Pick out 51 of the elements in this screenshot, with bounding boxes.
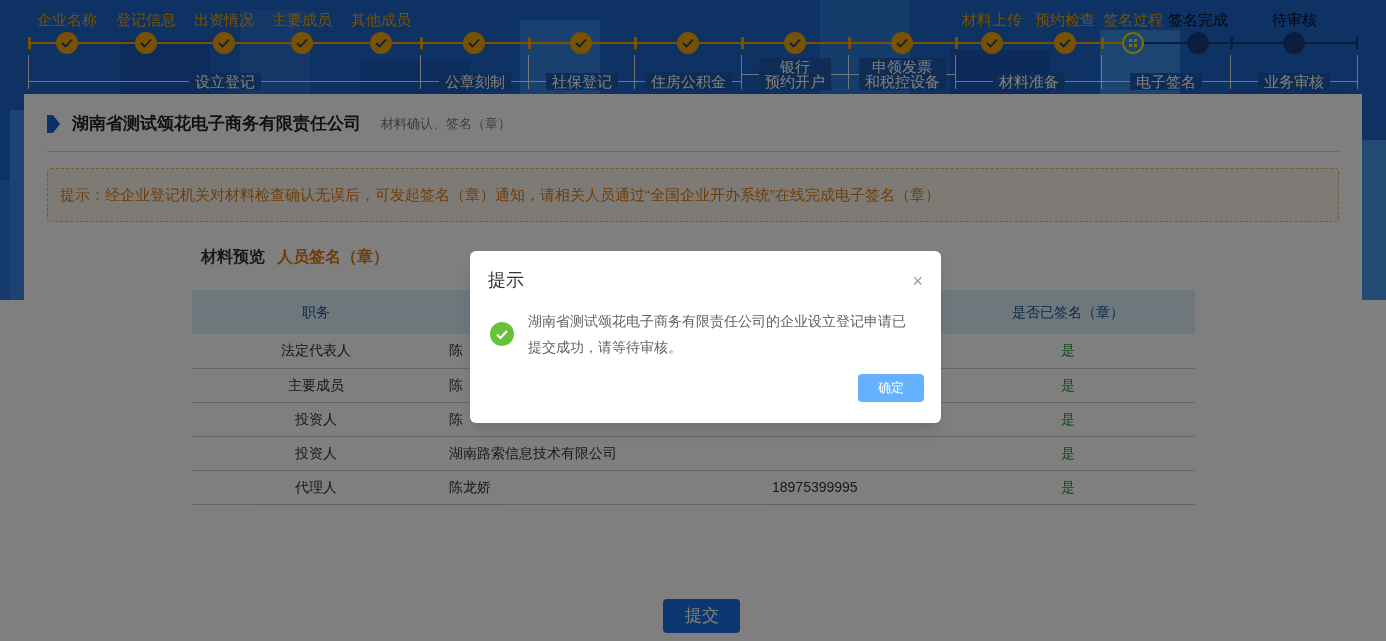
phase-label: 预约开户 [765, 74, 825, 89]
phase-label: 电子签名 [1136, 74, 1196, 89]
step-label[interactable]: 签名过程 [1103, 8, 1164, 31]
table-cell: 陈 [449, 342, 463, 359]
table-cell: 18975399995 [772, 478, 858, 495]
table-cell: 是 [1060, 410, 1075, 427]
step-label[interactable]: 材料上传 [961, 8, 1022, 31]
dialog-title: 提示 [488, 269, 524, 292]
phase-label: 住房公积金 [650, 74, 726, 89]
column-header: 职务 [192, 290, 440, 334]
step-label[interactable]: 主要成员 [272, 8, 333, 31]
table-cell: 是 [1060, 376, 1075, 393]
step-label[interactable]: 待审核 [1271, 8, 1317, 31]
phase-label: 设立登记 [194, 74, 255, 89]
phase-label: 和税控设备 [864, 74, 940, 89]
step-label[interactable]: 出资情况 [194, 8, 254, 31]
table-cell: 是 [1060, 478, 1075, 495]
company-title: 湖南省测试颂花电子商务有限责任公司 [72, 113, 361, 136]
step-label[interactable]: 签名完成 [1167, 8, 1228, 31]
column-header: 是否已签名（章） [940, 290, 1195, 334]
flag-icon [47, 115, 60, 133]
notice-banner: 提示：经企业登记机关对材料检查确认无误后，可发起签名（章）通知，请相关人员通过“全国企业开办系统”在线完成电子签名（章） [47, 168, 1339, 222]
tab[interactable]: 材料预览 [201, 245, 265, 269]
table-cell: 陈龙娇 [449, 478, 491, 495]
phase-label: 银行 [780, 59, 810, 74]
phase-label: 公章刻制 [444, 74, 505, 89]
table-cell: 代理人 [295, 478, 337, 495]
step-label[interactable]: 其他成员 [350, 8, 411, 31]
dialog-message: 湖南省测试颂花电子商务有限责任公司的企业设立登记申请已提交成功，请等待审核。 [528, 312, 907, 357]
submit-button[interactable]: 提交 [663, 599, 740, 633]
tab[interactable]: 人员签名（章） [277, 245, 389, 269]
step-label[interactable]: 企业名称 [37, 8, 98, 31]
phase-label: 申领发票 [872, 59, 932, 74]
page-subtitle: 材料确认、签名（章） [381, 115, 511, 134]
table-cell: 是 [1060, 444, 1075, 461]
table-cell: 陈 [449, 376, 463, 393]
table-cell: 湖南路索信息技术有限公司 [449, 444, 617, 461]
table-cell: 投资人 [295, 410, 337, 427]
success-icon [490, 322, 514, 346]
phase-label: 业务审核 [1264, 74, 1324, 89]
phase-label: 社保登记 [551, 74, 612, 89]
ok-button[interactable]: 确定 [858, 374, 924, 402]
step-label[interactable]: 预约检查 [1034, 8, 1095, 31]
table-cell: 主要成员 [288, 376, 344, 393]
close-button[interactable]: × [912, 271, 923, 290]
table-cell: 投资人 [295, 444, 337, 461]
table-cell: 是 [1060, 342, 1075, 359]
step-label[interactable]: 登记信息 [115, 8, 176, 31]
table-cell: 陈 [449, 410, 463, 427]
phase-label: 材料准备 [998, 74, 1059, 89]
table-cell: 法定代表人 [281, 342, 351, 359]
